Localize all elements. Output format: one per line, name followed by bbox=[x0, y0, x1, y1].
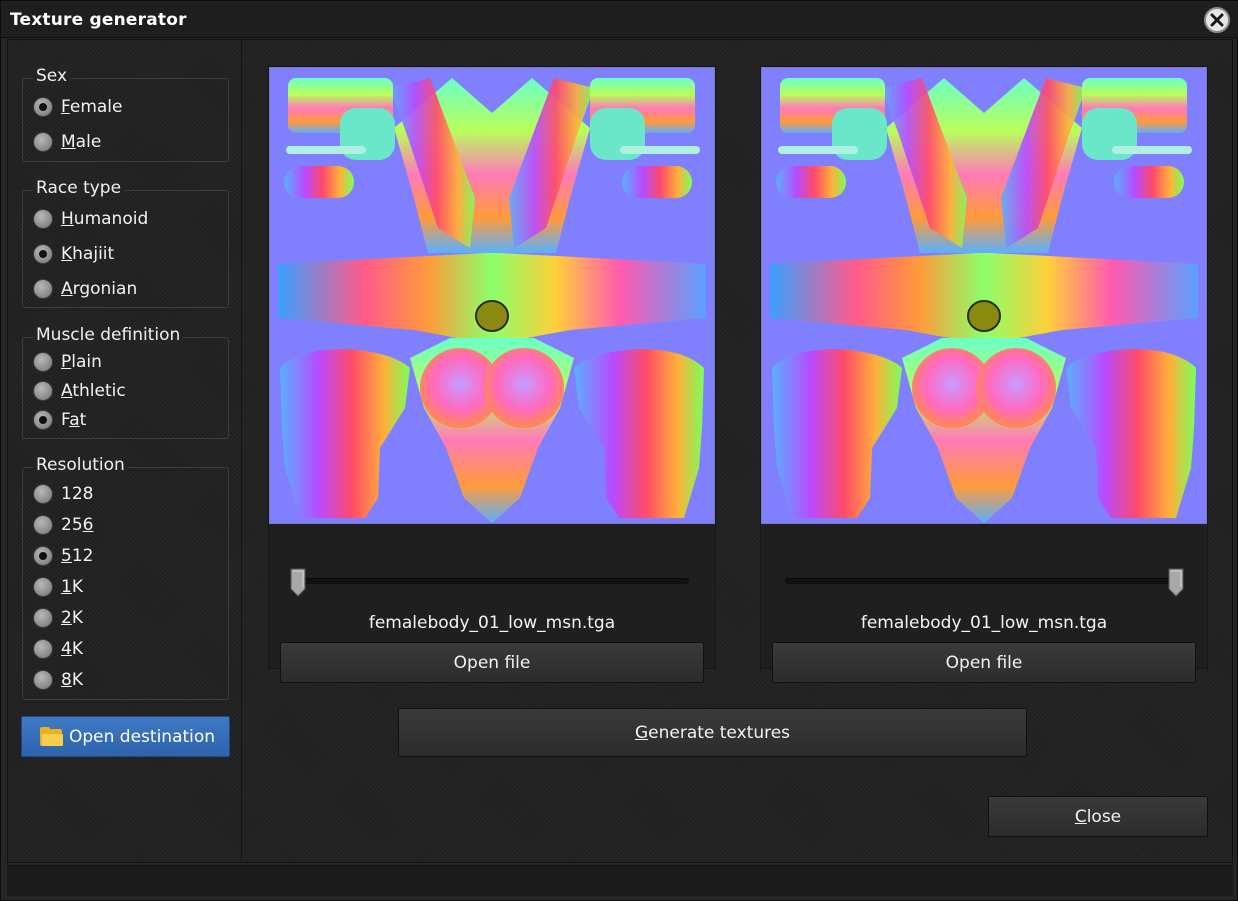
radio-button[interactable] bbox=[33, 639, 53, 659]
radio-argonian[interactable]: Argonian bbox=[33, 277, 137, 301]
radio-label: 4K bbox=[61, 639, 83, 659]
radio-fat[interactable]: Fat bbox=[33, 408, 86, 432]
radio-button[interactable] bbox=[33, 244, 53, 264]
radio-label: Plain bbox=[61, 352, 102, 372]
group-label-sex: Sex bbox=[33, 66, 71, 86]
radio-button[interactable] bbox=[33, 97, 53, 117]
muscle-definition-group: Muscle definition Plain Athletic Fat bbox=[22, 325, 229, 439]
group-label-muscle: Muscle definition bbox=[33, 325, 184, 345]
radio-male[interactable]: Male bbox=[33, 130, 101, 154]
normal-map-image bbox=[270, 68, 714, 523]
generate-textures-button[interactable]: Generate textures bbox=[398, 708, 1027, 757]
radio-button[interactable] bbox=[33, 209, 53, 229]
normal-map-image bbox=[762, 68, 1206, 523]
radio-res-8k[interactable]: 8K bbox=[33, 668, 83, 692]
status-bar bbox=[7, 865, 1233, 896]
radio-res-256[interactable]: 256 bbox=[33, 513, 93, 537]
radio-label: 256 bbox=[61, 515, 94, 535]
radio-res-2k[interactable]: 2K bbox=[33, 606, 83, 630]
radio-humanoid[interactable]: Humanoid bbox=[33, 207, 148, 231]
slider-track-left[interactable] bbox=[297, 578, 689, 584]
radio-button[interactable] bbox=[33, 608, 53, 628]
radio-button[interactable] bbox=[33, 546, 53, 566]
race-type-group: Race type Humanoid Khajiit Argonian bbox=[22, 178, 229, 308]
group-label-race: Race type bbox=[33, 178, 125, 198]
close-label: Close bbox=[1074, 806, 1122, 827]
filename-right: femalebody_01_low_msn.tga bbox=[860, 613, 1108, 633]
open-file-label: Open file bbox=[453, 652, 531, 673]
texture-generator-window: Texture generator Sex Female Male Race t bbox=[0, 0, 1238, 901]
texture-panel-right: femalebody_01_low_msn.tga Open file bbox=[760, 66, 1208, 683]
radio-button[interactable] bbox=[33, 381, 53, 401]
radio-label: Female bbox=[61, 97, 123, 117]
open-destination-label: Open destination bbox=[69, 726, 216, 747]
radio-khajiit[interactable]: Khajiit bbox=[33, 242, 114, 266]
radio-button[interactable] bbox=[33, 352, 53, 372]
radio-label: 128 bbox=[61, 484, 94, 504]
texture-preview-left[interactable] bbox=[269, 67, 715, 524]
title-bar[interactable]: Texture generator bbox=[1, 1, 1238, 38]
open-destination-button[interactable]: Open destination bbox=[21, 716, 230, 757]
radio-button[interactable] bbox=[33, 410, 53, 430]
texture-panel-left: femalebody_01_low_msn.tga Open file bbox=[268, 66, 716, 683]
radio-res-128[interactable]: 128 bbox=[33, 482, 93, 506]
radio-label: 8K bbox=[61, 670, 83, 690]
radio-res-512[interactable]: 512 bbox=[33, 544, 93, 568]
close-window-icon[interactable] bbox=[1204, 7, 1230, 33]
radio-athletic[interactable]: Athletic bbox=[33, 379, 126, 403]
sex-group: Sex Female Male bbox=[22, 66, 229, 162]
radio-label: Male bbox=[61, 132, 102, 152]
slider-track-right[interactable] bbox=[785, 578, 1181, 584]
options-sidebar: Sex Female Male Race type Humanoid Khaji… bbox=[8, 40, 242, 862]
close-button[interactable]: Close bbox=[988, 796, 1208, 837]
radio-plain[interactable]: Plain bbox=[33, 350, 102, 374]
window-title: Texture generator bbox=[10, 10, 187, 30]
radio-button[interactable] bbox=[33, 577, 53, 597]
radio-button[interactable] bbox=[33, 132, 53, 152]
filename-left: femalebody_01_low_msn.tga bbox=[368, 613, 616, 633]
radio-button[interactable] bbox=[33, 670, 53, 690]
main-content: Sex Female Male Race type Humanoid Khaji… bbox=[7, 39, 1233, 863]
radio-label: Athletic bbox=[61, 381, 126, 401]
radio-label: Khajiit bbox=[61, 244, 115, 264]
radio-label: Argonian bbox=[61, 279, 138, 299]
open-file-button-right[interactable]: Open file bbox=[772, 642, 1196, 683]
radio-button[interactable] bbox=[33, 515, 53, 535]
open-file-button-left[interactable]: Open file bbox=[280, 642, 704, 683]
slider-handle-right[interactable] bbox=[1167, 567, 1185, 597]
open-file-label: Open file bbox=[945, 652, 1023, 673]
group-label-resolution: Resolution bbox=[33, 455, 128, 475]
folder-icon bbox=[40, 726, 64, 747]
texture-preview-right[interactable] bbox=[761, 67, 1207, 524]
radio-label: Fat bbox=[61, 410, 87, 430]
radio-res-4k[interactable]: 4K bbox=[33, 637, 83, 661]
radio-button[interactable] bbox=[33, 484, 53, 504]
radio-button[interactable] bbox=[33, 279, 53, 299]
radio-res-1k[interactable]: 1K bbox=[33, 575, 83, 599]
radio-female[interactable]: Female bbox=[33, 95, 122, 119]
radio-label: 1K bbox=[61, 577, 83, 597]
generate-textures-label: Generate textures bbox=[634, 722, 791, 743]
slider-handle-left[interactable] bbox=[289, 567, 307, 597]
radio-label: Humanoid bbox=[61, 209, 149, 229]
radio-label: 512 bbox=[61, 546, 94, 566]
radio-label: 2K bbox=[61, 608, 83, 628]
resolution-group: Resolution 128 256 512 1K 2K 4K 8K bbox=[22, 455, 229, 700]
